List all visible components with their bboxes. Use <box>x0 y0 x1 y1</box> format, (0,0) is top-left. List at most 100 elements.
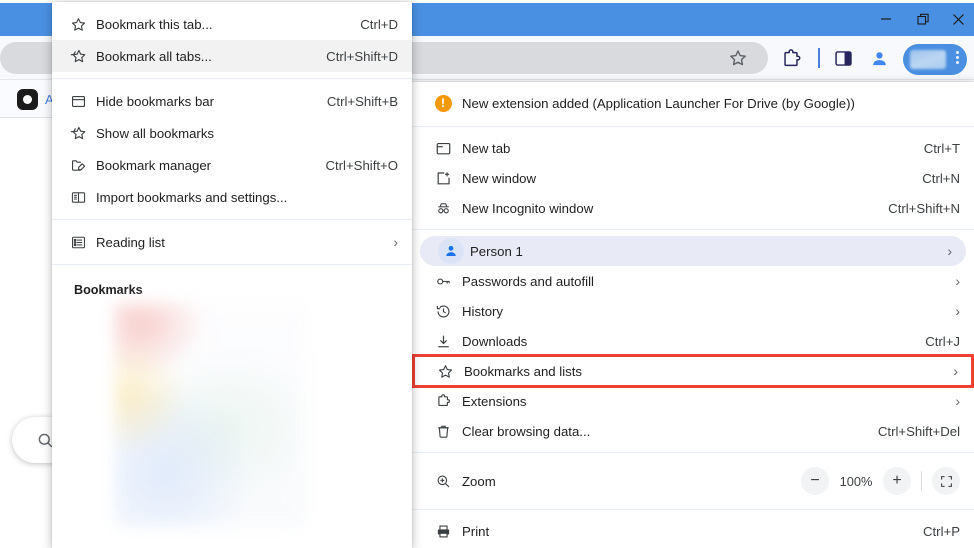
minimize-button[interactable] <box>874 8 898 30</box>
download-icon <box>424 333 462 350</box>
zoom-icon <box>424 473 462 490</box>
chevron-right-icon: › <box>955 273 960 289</box>
submenu-item-hide-bookmarks-bar[interactable]: Hide bookmarks bar Ctrl+Shift+B <box>52 85 412 117</box>
chevron-right-icon: › <box>955 303 960 319</box>
zoom-out-button[interactable]: − <box>801 467 829 495</box>
menu-item-history[interactable]: History › <box>412 296 974 326</box>
zoom-divider <box>921 471 922 491</box>
submenu-separator <box>52 264 412 265</box>
trash-icon <box>424 423 462 440</box>
submenu-item-bookmark-manager[interactable]: Bookmark manager Ctrl+Shift+O <box>52 149 412 181</box>
side-panel-icon[interactable] <box>833 48 855 70</box>
toolbar-divider <box>818 48 820 68</box>
zoom-label: Zoom <box>462 473 496 489</box>
profile-avatar-icon[interactable] <box>869 48 891 70</box>
submenu-item-accelerator: Ctrl+Shift+O <box>325 157 398 173</box>
submenu-item-bookmark-this-tab[interactable]: Bookmark this tab... Ctrl+D <box>52 8 412 40</box>
submenu-separator <box>52 78 412 79</box>
chevron-right-icon: › <box>953 363 958 379</box>
menu-item-new-tab[interactable]: New tab Ctrl+T <box>412 133 974 163</box>
bookmarks-bar-icon <box>60 93 96 110</box>
star-all-tabs-icon <box>60 47 96 65</box>
menu-item-extensions[interactable]: Extensions › <box>412 386 974 416</box>
menu-separator <box>412 126 974 127</box>
menu-item-accelerator: Ctrl+T <box>923 140 960 156</box>
star-outline-icon <box>60 16 96 33</box>
menu-item-label: New window <box>462 170 537 186</box>
menu-item-clear-browsing-data[interactable]: Clear browsing data... Ctrl+Shift+Del <box>412 416 974 446</box>
submenu-item-label: Reading list <box>96 234 165 250</box>
profile-pill-button[interactable] <box>903 44 967 75</box>
menu-item-accelerator: Ctrl+J <box>925 333 960 349</box>
menu-item-label: New tab <box>462 140 511 156</box>
menu-item-bookmarks-and-lists[interactable]: Bookmarks and lists › <box>412 354 974 388</box>
submenu-item-label: Bookmark all tabs... <box>96 48 212 64</box>
menu-item-new-incognito-window[interactable]: New Incognito window Ctrl+Shift+N <box>412 193 974 223</box>
menu-item-person-1[interactable]: Person 1 › <box>420 236 966 266</box>
new-window-icon <box>424 170 462 187</box>
menu-item-label: Passwords and autofill <box>462 273 594 289</box>
menu-item-accelerator: Ctrl+Shift+Del <box>877 423 960 439</box>
new-tab-icon <box>424 140 462 157</box>
submenu-item-label: Bookmark manager <box>96 157 212 173</box>
bookmarks-section-header: Bookmarks <box>74 283 143 297</box>
submenu-item-accelerator: Ctrl+D <box>360 16 398 32</box>
menu-item-accelerator: Ctrl+Shift+N <box>888 200 960 216</box>
menu-item-zoom: Zoom − 100% + <box>412 459 974 503</box>
star-all-tabs-icon <box>60 124 96 142</box>
chevron-right-icon: › <box>947 243 952 259</box>
zoom-controls: − 100% + <box>801 467 974 495</box>
close-button[interactable] <box>946 8 970 30</box>
browser-window: All ! New extension added (Application L… <box>0 0 974 548</box>
profile-avatar-blurred <box>910 50 946 69</box>
submenu-item-import-bookmarks-and-settings[interactable]: Import bookmarks and settings... <box>52 181 412 213</box>
chevron-right-icon: › <box>955 393 960 409</box>
reading-list-icon <box>60 234 96 251</box>
bookmarks-and-lists-submenu: Bookmark this tab... Ctrl+D Bookmark all… <box>52 2 412 548</box>
bookmark-star-icon[interactable] <box>728 48 748 68</box>
zoom-level-value: 100% <box>839 473 873 489</box>
restore-button[interactable] <box>911 8 935 30</box>
submenu-item-reading-list[interactable]: Reading list › <box>52 226 412 258</box>
menu-item-passwords-and-autofill[interactable]: Passwords and autofill › <box>412 266 974 296</box>
warning-icon: ! <box>424 94 462 112</box>
menu-item-label: New Incognito window <box>462 200 594 216</box>
submenu-item-bookmark-all-tabs[interactable]: Bookmark all tabs... Ctrl+Shift+D <box>52 40 412 72</box>
zoom-in-button[interactable]: + <box>883 467 911 495</box>
menu-item-label: Clear browsing data... <box>462 423 591 439</box>
submenu-item-show-all-bookmarks[interactable]: Show all bookmarks <box>52 117 412 149</box>
extensions-icon <box>424 393 462 410</box>
extensions-puzzle-icon[interactable] <box>780 48 802 70</box>
history-icon <box>424 303 462 320</box>
menu-item-label: Downloads <box>462 333 528 349</box>
chevron-right-icon: › <box>393 234 398 250</box>
menu-item-label: Bookmarks and lists <box>464 363 582 379</box>
menu-item-new-window[interactable]: New window Ctrl+N <box>412 163 974 193</box>
menu-item-print[interactable]: Print Ctrl+P <box>412 516 974 546</box>
submenu-item-accelerator: Ctrl+Shift+D <box>326 48 398 64</box>
fullscreen-button[interactable] <box>932 467 960 495</box>
menu-item-label: History <box>462 303 504 319</box>
submenu-item-accelerator: Ctrl+Shift+B <box>326 93 398 109</box>
key-icon <box>424 273 462 290</box>
incognito-icon <box>424 200 462 217</box>
print-icon <box>424 523 462 540</box>
chrome-main-menu: ! New extension added (Application Launc… <box>412 82 974 548</box>
lens-icon <box>17 89 38 110</box>
menu-separator <box>412 452 974 453</box>
bookmark-manager-icon <box>60 157 96 174</box>
import-bookmarks-icon <box>60 189 96 206</box>
menu-separator <box>412 229 974 230</box>
star-outline-icon <box>426 363 464 380</box>
submenu-item-label: Show all bookmarks <box>96 125 215 141</box>
extension-added-notice-text: New extension added (Application Launche… <box>462 95 855 111</box>
menu-item-label: Person 1 <box>470 243 523 259</box>
menu-item-downloads[interactable]: Downloads Ctrl+J <box>412 326 974 356</box>
menu-item-accelerator: Ctrl+N <box>922 170 960 186</box>
extension-added-notice[interactable]: ! New extension added (Application Launc… <box>412 86 974 120</box>
submenu-item-label: Bookmark this tab... <box>96 16 213 32</box>
submenu-item-label: Import bookmarks and settings... <box>96 189 288 205</box>
menu-item-label: Print <box>462 523 490 539</box>
profile-menu-dots-icon[interactable] <box>956 51 959 64</box>
menu-separator <box>412 509 974 510</box>
